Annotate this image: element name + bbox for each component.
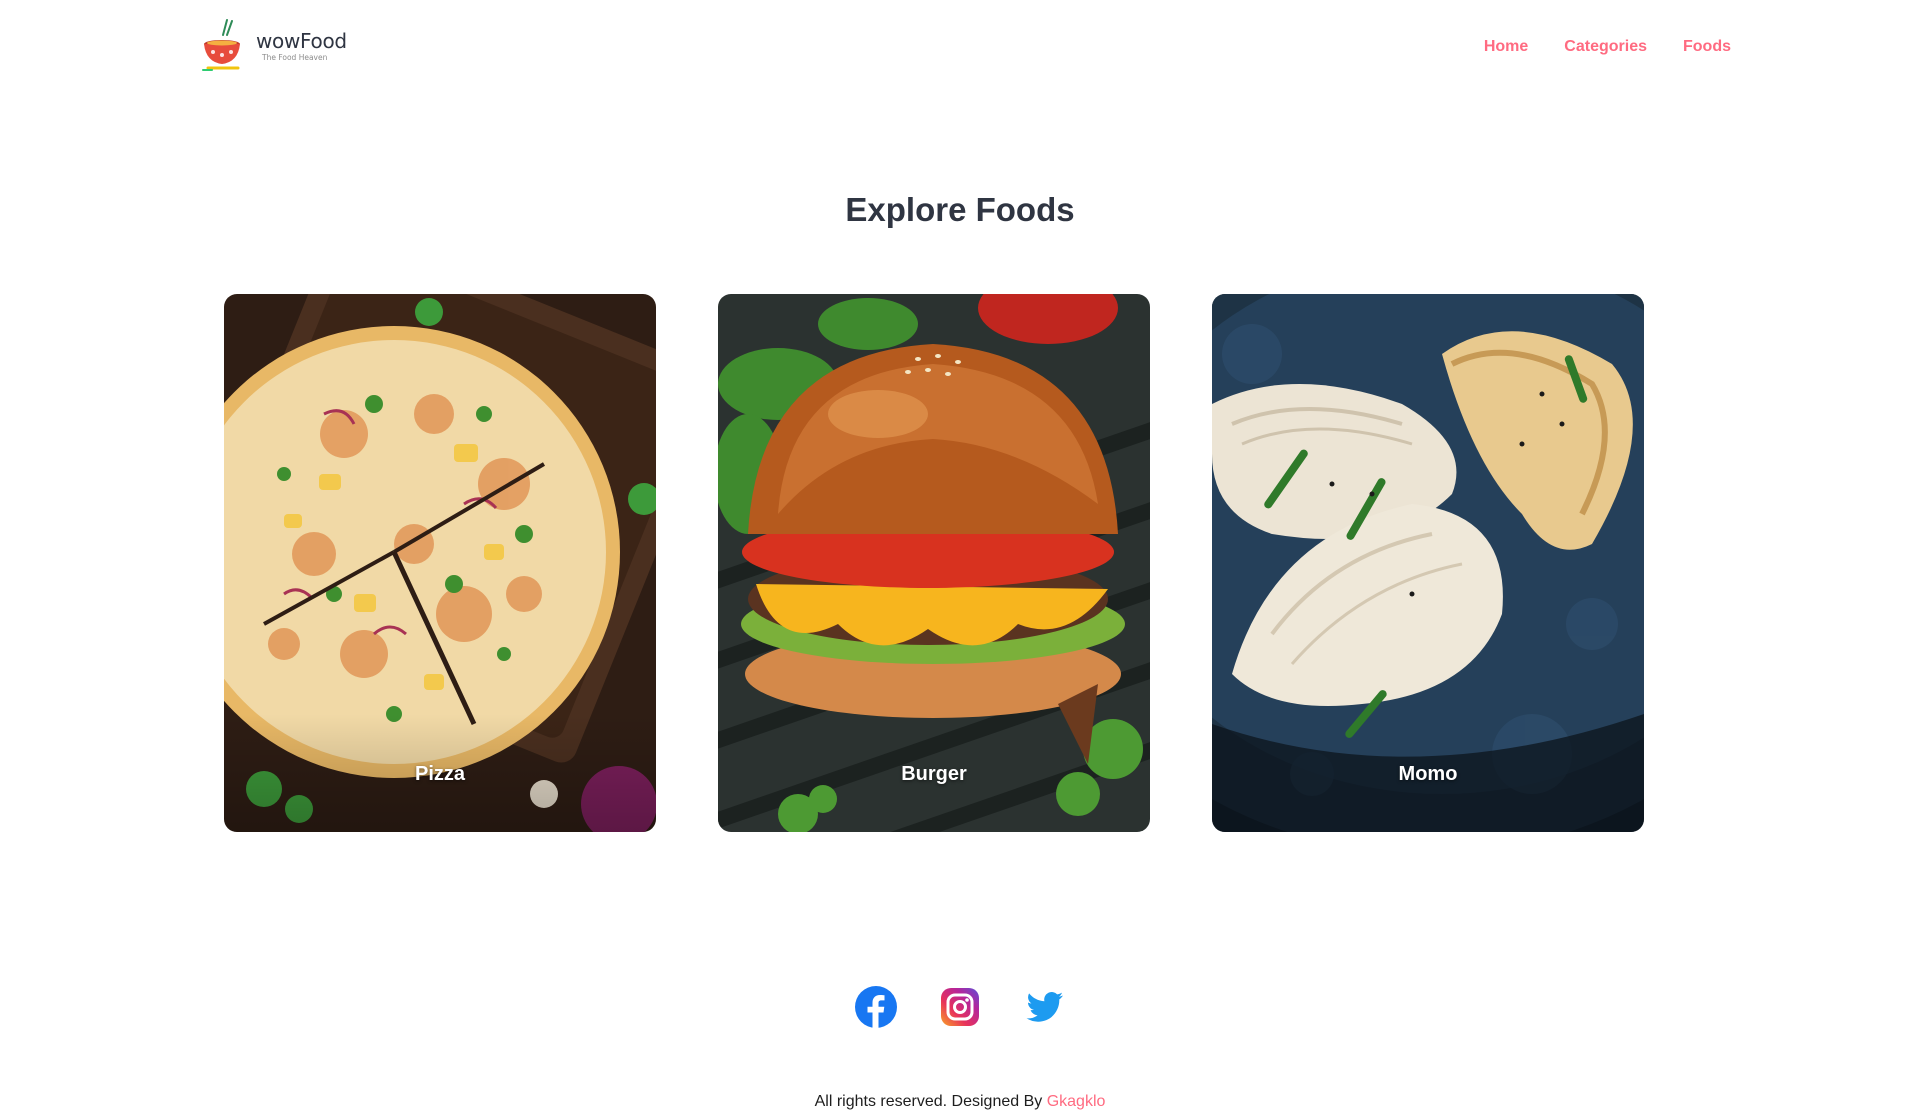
copyright-label: All rights reserved. Designed By: [814, 1093, 1043, 1110]
main-menu: Home Categories Foods: [1484, 38, 1731, 56]
nav-categories-link[interactable]: Categories: [1564, 38, 1647, 56]
facebook-link[interactable]: [854, 985, 898, 1029]
logo[interactable]: wowFood The Food Heaven: [200, 18, 347, 74]
instagram-link[interactable]: [938, 985, 982, 1029]
food-card-list: Pizza Burger Momo: [224, 294, 1644, 832]
facebook-icon: [855, 986, 897, 1028]
momo-image: [1212, 294, 1644, 832]
brand-name: wowFood: [256, 28, 347, 53]
food-card-momo[interactable]: Momo: [1212, 294, 1644, 832]
food-card-pizza[interactable]: Pizza: [224, 294, 656, 832]
food-card-burger[interactable]: Burger: [718, 294, 1150, 832]
brand-tagline: The Food Heaven: [262, 52, 328, 62]
navbar: wowFood The Food Heaven Home Categories …: [0, 0, 1920, 100]
twitter-link[interactable]: [1022, 985, 1066, 1029]
nav-foods-link[interactable]: Foods: [1683, 38, 1731, 56]
food-card-label: Burger: [901, 763, 967, 785]
page-title: Explore Foods: [845, 191, 1075, 228]
nav-home-link[interactable]: Home: [1484, 38, 1528, 56]
copyright-text: All rights reserved. Designed By Gkagklo: [0, 1093, 1920, 1111]
designer-link[interactable]: Gkagklo: [1047, 1093, 1106, 1110]
burger-image: [718, 294, 1150, 832]
bowl-logo-icon: [202, 19, 240, 71]
social-links: [0, 985, 1920, 1029]
instagram-icon: [941, 988, 979, 1026]
food-card-label: Pizza: [414, 763, 466, 785]
twitter-icon: [1026, 992, 1063, 1022]
pizza-image: [224, 294, 656, 832]
food-card-label: Momo: [1398, 763, 1458, 785]
